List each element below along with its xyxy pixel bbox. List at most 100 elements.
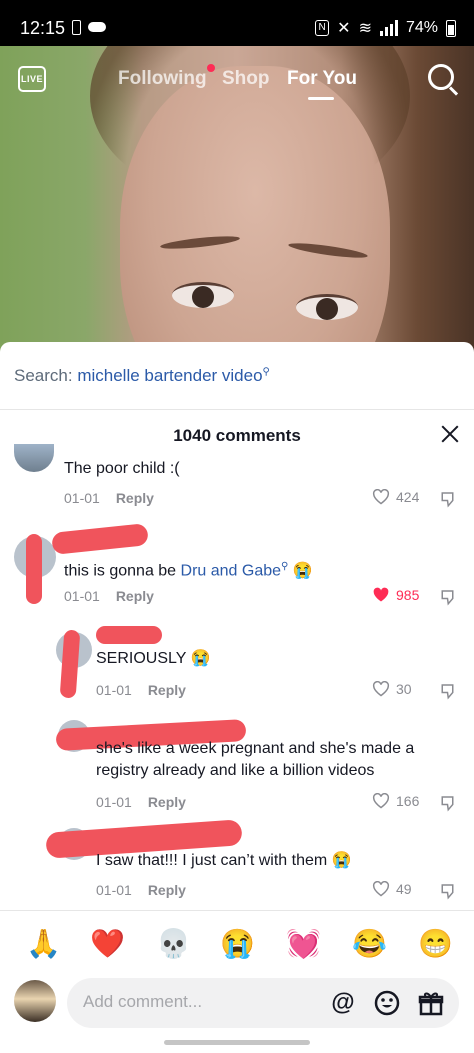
like-count: 30 bbox=[396, 681, 412, 697]
notification-dot bbox=[206, 64, 215, 72]
comment-meta: 01-01 Reply bbox=[64, 588, 154, 604]
close-icon[interactable] bbox=[440, 424, 460, 444]
heart-outline-icon bbox=[372, 681, 390, 697]
comment-date: 01-01 bbox=[64, 588, 100, 604]
comment-input[interactable]: Add comment... @ bbox=[67, 978, 459, 1028]
like-button[interactable]: 166 bbox=[372, 793, 419, 809]
comment-placeholder: Add comment... bbox=[83, 992, 203, 1011]
redaction-mark bbox=[51, 523, 149, 555]
reply-button[interactable]: Reply bbox=[148, 794, 186, 810]
reply-button[interactable]: Reply bbox=[116, 490, 154, 506]
search-query[interactable]: michelle bartender video bbox=[77, 366, 262, 385]
like-count: 424 bbox=[396, 489, 420, 505]
quick-emoji-bar: 🙏 ❤️ 💀 😭 💓 😂 😁 bbox=[0, 926, 474, 974]
search-small-icon: ⚲ bbox=[262, 366, 270, 378]
mention-link[interactable]: Dru and Gabe bbox=[181, 562, 282, 579]
comment-text-body: I saw that!!! I just can’t with them bbox=[96, 852, 328, 869]
tab-for-you[interactable]: For You bbox=[287, 68, 358, 100]
nfc-icon: N bbox=[315, 20, 330, 36]
redaction-mark bbox=[96, 626, 162, 644]
heart-filled-icon bbox=[373, 587, 389, 602]
like-button[interactable]: 424 bbox=[372, 489, 419, 505]
search-prefix: Search: bbox=[14, 366, 73, 385]
divider bbox=[0, 910, 474, 911]
comment-text: SERIOUSLY 😭 bbox=[96, 648, 210, 670]
search-icon[interactable] bbox=[428, 64, 454, 90]
like-count: 49 bbox=[396, 881, 412, 897]
sim-card-icon bbox=[72, 20, 81, 35]
dislike-icon[interactable] bbox=[440, 682, 458, 700]
mute-icon: ✕ bbox=[337, 20, 351, 37]
emoji-grin-button[interactable]: 😁 bbox=[418, 926, 453, 962]
comment-text: The poor child :( bbox=[64, 460, 180, 477]
comment-text-body: SERIOUSLY bbox=[96, 650, 187, 667]
comment-composer: Add comment... @ bbox=[0, 974, 474, 1034]
dislike-icon[interactable] bbox=[440, 882, 458, 900]
comment-date: 01-01 bbox=[96, 682, 132, 698]
emoji-beating-heart-button[interactable]: 💓 bbox=[286, 926, 321, 962]
active-tab-indicator bbox=[308, 97, 334, 100]
emoji-picker-icon[interactable] bbox=[373, 989, 401, 1017]
video-eye bbox=[296, 294, 358, 320]
comment-text: I saw that!!! I just can’t with them 😭 bbox=[96, 850, 352, 872]
cloud-icon bbox=[88, 22, 106, 32]
heart-outline-icon bbox=[372, 881, 390, 897]
battery-percent: 74% bbox=[405, 19, 438, 36]
dislike-icon[interactable] bbox=[440, 490, 458, 508]
comments-sheet: Search: michelle bartender video⚲ 1040 c… bbox=[0, 342, 474, 1053]
gift-icon[interactable] bbox=[417, 989, 445, 1017]
reply-button[interactable]: Reply bbox=[148, 882, 186, 898]
dislike-icon[interactable] bbox=[440, 794, 458, 812]
like-button[interactable]: 49 bbox=[372, 881, 412, 897]
tab-shop[interactable]: Shop bbox=[222, 68, 270, 90]
like-count: 166 bbox=[396, 793, 420, 809]
home-indicator[interactable] bbox=[164, 1040, 310, 1045]
redaction-mark bbox=[26, 534, 42, 604]
tab-following-label: Following bbox=[118, 68, 207, 89]
status-bar: 12:15 N ✕ ≋ 74% bbox=[0, 0, 474, 46]
comment-meta: 01-01 Reply bbox=[96, 682, 186, 698]
mention-at-icon[interactable]: @ bbox=[329, 989, 357, 1017]
search-small-icon: ⚲ bbox=[281, 561, 289, 572]
video-eye bbox=[172, 282, 234, 308]
comment-emoji: 😭 bbox=[292, 562, 313, 580]
status-icons: N ✕ ≋ 74% bbox=[315, 18, 456, 38]
like-count: 985 bbox=[396, 587, 420, 603]
comment-emoji: 😭 bbox=[190, 650, 211, 667]
comment-date: 01-01 bbox=[64, 490, 100, 506]
emoji-pray-button[interactable]: 🙏 bbox=[26, 926, 61, 962]
comment-meta: 01-01 Reply bbox=[96, 882, 186, 898]
comment-meta: 01-01 Reply bbox=[64, 490, 154, 506]
user-avatar[interactable] bbox=[14, 980, 56, 1022]
tab-for-you-label: For You bbox=[287, 68, 358, 89]
like-button[interactable]: 30 bbox=[372, 681, 412, 697]
comment-meta: 01-01 Reply bbox=[96, 794, 186, 810]
comment-text-line: she's like a week pregnant and she's mad… bbox=[96, 740, 415, 757]
battery-icon bbox=[446, 19, 456, 37]
top-nav: LIVE Following Shop For You bbox=[0, 46, 474, 116]
comment-text: she's like a week pregnant and she's mad… bbox=[96, 738, 414, 782]
comment-text-line: registry already and like a billion vide… bbox=[96, 762, 375, 779]
signal-icon bbox=[379, 20, 398, 36]
comments-count: 1040 comments bbox=[173, 426, 301, 445]
status-time: 12:15 bbox=[20, 18, 66, 38]
comment-emoji: 😭 bbox=[331, 852, 352, 869]
emoji-skull-button[interactable]: 💀 bbox=[156, 926, 191, 962]
heart-outline-icon bbox=[372, 793, 390, 809]
emoji-crying-button[interactable]: 😭 bbox=[220, 926, 255, 962]
comment-date: 01-01 bbox=[96, 794, 132, 810]
dislike-icon[interactable] bbox=[440, 588, 458, 606]
live-icon[interactable]: LIVE bbox=[18, 66, 46, 92]
emoji-heart-button[interactable]: ❤️ bbox=[90, 926, 125, 962]
avatar[interactable] bbox=[14, 444, 54, 472]
emoji-laughing-button[interactable]: 😂 bbox=[352, 926, 387, 962]
divider bbox=[0, 409, 474, 410]
like-button[interactable]: 985 bbox=[372, 587, 419, 603]
heart-outline-icon bbox=[372, 489, 390, 505]
reply-button[interactable]: Reply bbox=[148, 682, 186, 698]
wifi-icon: ≋ bbox=[358, 20, 372, 37]
search-suggestion[interactable]: Search: michelle bartender video⚲ bbox=[14, 366, 270, 386]
reply-button[interactable]: Reply bbox=[116, 588, 154, 604]
comment-text: this is gonna be Dru and Gabe⚲ 😭 bbox=[64, 556, 313, 582]
tab-following[interactable]: Following bbox=[118, 64, 215, 90]
